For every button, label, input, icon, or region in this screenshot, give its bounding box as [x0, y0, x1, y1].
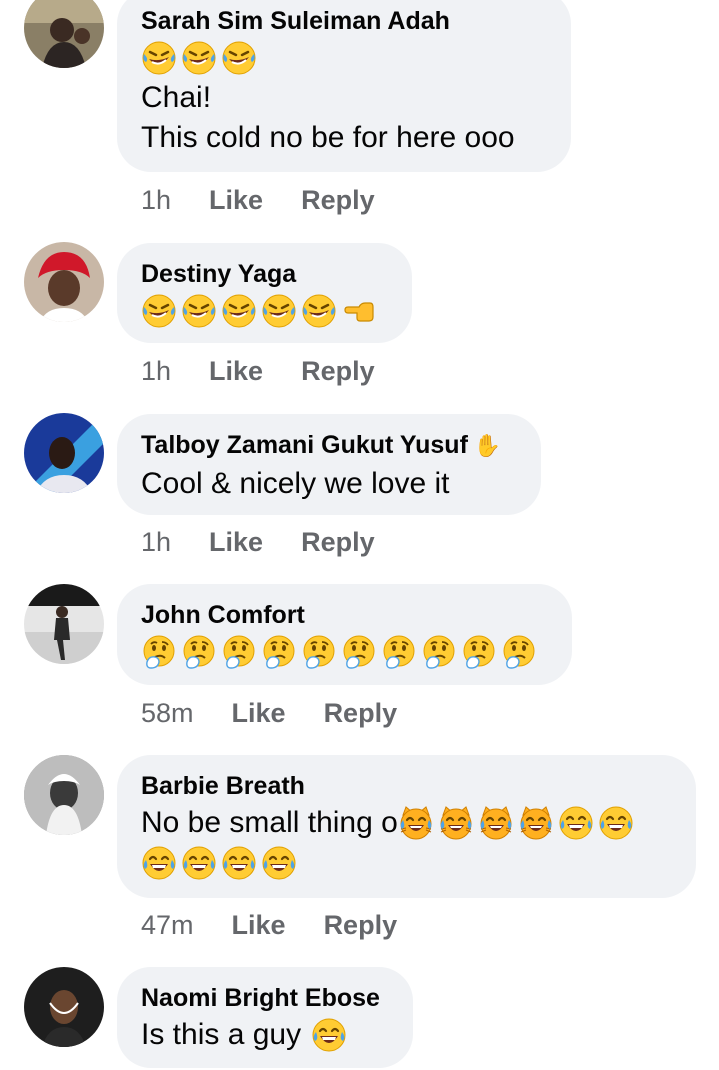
- tears-of-joy-emoji: [558, 805, 594, 841]
- comment-bubble: Sarah Sim Suleiman Adah Chai! This cold …: [117, 0, 571, 172]
- avatar[interactable]: [24, 584, 104, 664]
- comment-actions: 47m Like Reply: [141, 910, 397, 941]
- comment-text: Cool & nicely we love it: [141, 467, 450, 500]
- comment-text: Chai!: [141, 81, 212, 114]
- thinking-emoji: [501, 634, 537, 670]
- like-button[interactable]: Like: [232, 698, 286, 729]
- thinking-emoji: [261, 634, 297, 670]
- tears-of-joy-emoji: [311, 1017, 347, 1053]
- thinking-emoji: [221, 634, 257, 670]
- emoji-row: [141, 291, 388, 331]
- thinking-emoji: [461, 634, 497, 670]
- comment-timestamp[interactable]: 1h: [141, 527, 171, 558]
- comment-timestamp[interactable]: 58m: [141, 698, 194, 729]
- thinking-emoji: [301, 634, 337, 670]
- comment-text: No be small thing o: [141, 806, 398, 839]
- rofl-emoji: [221, 293, 257, 329]
- emoji-row: [141, 843, 672, 883]
- comment-actions: 1h Like Reply: [141, 527, 375, 558]
- avatar[interactable]: [24, 967, 104, 1047]
- thinking-emoji: [421, 634, 457, 670]
- comment-author[interactable]: Naomi Bright Ebose: [141, 981, 389, 1015]
- thinking-emoji: [141, 634, 177, 670]
- rofl-emoji: [181, 40, 217, 76]
- comment-author[interactable]: Sarah Sim Suleiman Adah: [141, 4, 547, 38]
- tears-of-joy-emoji: [181, 845, 217, 881]
- thinking-emoji: [181, 634, 217, 670]
- comment-author[interactable]: John Comfort: [141, 598, 548, 632]
- comment-author[interactable]: Destiny Yaga: [141, 257, 388, 291]
- thinking-emoji: [381, 634, 417, 670]
- comment-text-line: Is this a guy: [141, 1015, 389, 1055]
- avatar[interactable]: [24, 755, 104, 835]
- comment-bubble: John Comfort: [117, 584, 572, 685]
- comment-bubble: Barbie Breath No be small thing o: [117, 755, 696, 898]
- comment-author-name[interactable]: Talboy Zamani Gukut Yusuf: [141, 431, 468, 459]
- comment-bubble: Talboy Zamani Gukut Yusuf ✋ Cool & nicely…: [117, 414, 541, 515]
- comment-timestamp[interactable]: 1h: [141, 356, 171, 387]
- comment-bubble: Naomi Bright Ebose Is this a guy: [117, 967, 413, 1068]
- reply-button[interactable]: Reply: [301, 185, 375, 216]
- emoji-row: [141, 632, 548, 672]
- cat-tears-of-joy-emoji: [438, 805, 474, 841]
- like-button[interactable]: Like: [232, 910, 286, 941]
- comment-text: This cold no be for here ooo: [141, 121, 515, 154]
- emoji-row: [141, 38, 547, 78]
- comment-text-line: No be small thing o: [141, 803, 672, 843]
- rofl-emoji: [261, 293, 297, 329]
- like-button[interactable]: Like: [209, 185, 263, 216]
- reply-button[interactable]: Reply: [324, 910, 398, 941]
- reply-button[interactable]: Reply: [301, 527, 375, 558]
- comment-bubble: Destiny Yaga: [117, 243, 412, 343]
- cat-tears-of-joy-emoji: [478, 805, 514, 841]
- comment-actions: 1h Like Reply: [141, 185, 375, 216]
- rofl-emoji: [181, 293, 217, 329]
- cat-tears-of-joy-emoji: [398, 805, 434, 841]
- reply-button[interactable]: Reply: [301, 356, 375, 387]
- reply-button[interactable]: Reply: [324, 698, 398, 729]
- rofl-emoji: [141, 293, 177, 329]
- waving-hand-icon: ✋: [473, 434, 502, 459]
- avatar[interactable]: [24, 242, 104, 322]
- comment-timestamp[interactable]: 1h: [141, 185, 171, 216]
- like-button[interactable]: Like: [209, 356, 263, 387]
- comment-timestamp[interactable]: 47m: [141, 910, 194, 941]
- rofl-emoji: [301, 293, 337, 329]
- comment-actions: 58m Like Reply: [141, 698, 397, 729]
- comment-text: Is this a guy: [141, 1018, 302, 1051]
- comment-author[interactable]: Talboy Zamani Gukut Yusuf ✋: [141, 428, 517, 464]
- avatar[interactable]: [24, 413, 104, 493]
- comment-author[interactable]: Barbie Breath: [141, 769, 672, 803]
- tears-of-joy-emoji: [261, 845, 297, 881]
- tears-of-joy-emoji: [221, 845, 257, 881]
- rofl-emoji: [221, 40, 257, 76]
- tears-of-joy-emoji: [141, 845, 177, 881]
- avatar[interactable]: [24, 0, 104, 68]
- pointing-left-hand-emoji: [341, 293, 377, 329]
- tears-of-joy-emoji: [598, 805, 634, 841]
- thinking-emoji: [341, 634, 377, 670]
- rofl-emoji: [141, 40, 177, 76]
- cat-tears-of-joy-emoji: [518, 805, 554, 841]
- comment-actions: 1h Like Reply: [141, 356, 375, 387]
- like-button[interactable]: Like: [209, 527, 263, 558]
